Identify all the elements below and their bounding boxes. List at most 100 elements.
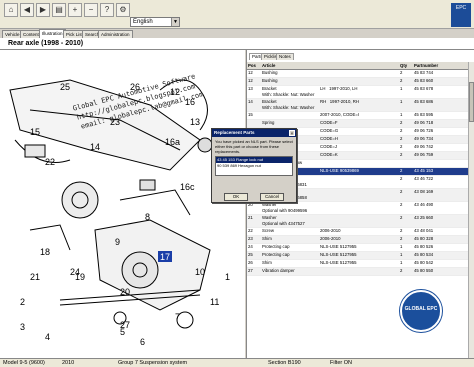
ok-button[interactable]: OK (224, 193, 248, 201)
tab-administration[interactable]: Administration (98, 30, 133, 38)
cell-qty: 1 (400, 86, 403, 91)
cell-pos: 14 (248, 99, 253, 104)
forward-icon[interactable]: ▶ (36, 3, 50, 17)
cell-qty: 2 (400, 120, 403, 125)
callout-label[interactable]: 22 (45, 157, 55, 167)
parts-scrollbar[interactable] (468, 62, 474, 358)
column-header[interactable]: Pos (248, 62, 258, 69)
table-row[interactable]: 24 Protecting cap NLS-USE 5127955 1 45 80 52… (247, 244, 469, 252)
cell-qty: 1 (400, 260, 403, 265)
callout-label[interactable]: 8 (145, 212, 150, 222)
back-icon[interactable]: ◀ (20, 3, 34, 17)
callout-label[interactable]: 11 (210, 297, 219, 307)
help-icon[interactable]: ? (100, 3, 114, 17)
cell-note: NLS-USE 90539869 (320, 168, 359, 173)
cell-pos: 21 (248, 215, 253, 220)
callout-label[interactable]: 13 (190, 117, 200, 127)
replacement-parts-dialog: Replacement Parts × You have picked an N… (211, 128, 297, 203)
callout-label[interactable]: 24 (70, 267, 80, 277)
cell-qty: 2 (400, 228, 403, 233)
cell-pos: 25 (248, 252, 253, 257)
status-section: Section B190 (268, 360, 301, 366)
language-select[interactable]: English ▼ (130, 17, 180, 27)
illustration-panel[interactable]: 1 2 3 4 5 6 7 8 9 10 11 12 13 14 15 16 16a 16c 17 18 19 20 21 2… (0, 50, 245, 358)
cell-note: 2006-2010 (320, 228, 341, 233)
cell-pn: 45 80 534 (414, 252, 434, 257)
cancel-button[interactable]: Cancel (260, 193, 284, 201)
callout-label[interactable]: 14 (90, 142, 100, 152)
callout-label[interactable]: 16c (180, 182, 195, 192)
cell-note: NLS-USE 5127955 (320, 244, 357, 249)
callout-label[interactable]: 27 (120, 320, 130, 330)
callout-label[interactable]: 1 (225, 272, 230, 282)
callout-label[interactable]: 7 (175, 312, 180, 322)
column-header[interactable]: Qty (400, 62, 414, 69)
scroll-thumb[interactable] (469, 82, 474, 122)
table-row[interactable]: 21 Washer Optional with 4347527 2 43 25 660 (247, 215, 469, 228)
cell-pn: 43 46 490 (414, 202, 434, 207)
cell-pn: 45 83 660 (414, 78, 434, 83)
table-row[interactable]: 12 Bushing 2 45 83 660 (247, 78, 469, 86)
zoom-out-icon[interactable]: − (84, 3, 98, 17)
cell-pn: 45 80 328 (414, 236, 434, 241)
cell-note: LH 1997-2010, LH (320, 86, 358, 91)
cell-pn: 49 06 742 (414, 144, 434, 149)
table-row[interactable]: Spring CODE=F 2 49 06 718 (247, 120, 469, 128)
cell-note: CODE=J (320, 144, 338, 149)
table-row[interactable]: 26 Shim NLS-USE 5127955 1 45 80 542 (247, 260, 469, 268)
cell-pn: 45 80 526 (414, 244, 434, 249)
cell-article: Screw (262, 228, 274, 233)
callout-label[interactable]: 18 (40, 247, 50, 257)
cell-qty: 2 (400, 236, 403, 241)
replacement-list[interactable]: 43 45 153 Flange lock nut 90 539 869 Hex… (215, 156, 293, 176)
cell-pn: 45 83 686 (414, 99, 434, 104)
callout-label[interactable]: 15 (30, 127, 40, 137)
callout-label[interactable]: 2 (20, 297, 25, 307)
callout-label[interactable]: 4 (45, 332, 50, 342)
replacement-option[interactable]: 90 539 869 Hexagon nut (216, 163, 292, 169)
page-title: Rear axle (1998 - 2010) (8, 40, 84, 47)
table-row[interactable]: 15 2007-2010, CODE=I 1 45 83 595 (247, 112, 469, 120)
callout-label[interactable]: 20 (120, 287, 130, 297)
cell-article: Washer Optional with 4347527 (262, 215, 305, 226)
close-icon[interactable]: × (289, 130, 295, 136)
cell-pn: 43 48 041 (414, 228, 434, 233)
cell-qty: 1 (400, 244, 403, 249)
table-row[interactable]: 13 Bracket With: Shackle: Nut: Washer LH 1… (247, 86, 469, 99)
zoom-in-icon[interactable]: + (68, 3, 82, 17)
settings-icon[interactable]: ⚙ (116, 3, 130, 17)
cell-pn: 43 46 722 (414, 176, 434, 181)
print-icon[interactable]: ▤ (52, 3, 66, 17)
cell-article: Shim (262, 236, 272, 241)
callout-label[interactable]: 25 (60, 82, 70, 92)
table-row[interactable]: 25 Protecting cap NLS-USE 5127955 1 45 80 53… (247, 252, 469, 260)
cell-pn: 49 06 726 (414, 128, 434, 133)
column-header[interactable]: Article (262, 62, 320, 69)
callout-label[interactable]: 10 (195, 267, 205, 277)
callout-label[interactable]: 6 (140, 337, 145, 347)
callout-label[interactable]: 9 (115, 237, 120, 247)
cell-pn: 45 83 595 (414, 112, 434, 117)
table-row[interactable]: 23 Shim 2006-2010 2 45 80 328 (247, 236, 469, 244)
epc-logo: EPC (451, 3, 471, 27)
cell-note: CODE=K (320, 152, 338, 157)
home-icon[interactable]: ⌂ (4, 3, 18, 17)
callout-label[interactable]: 3 (20, 322, 25, 332)
table-row[interactable]: 27 Vibration damper 2 45 80 550 (247, 268, 469, 276)
tab-illustration[interactable]: Illustration (39, 29, 66, 38)
callout-label[interactable]: 17 (160, 252, 170, 262)
table-row[interactable]: 14 Bracket With: Shackle: Nut: Washer RH 1… (247, 99, 469, 112)
cell-article: Protecting cap (262, 244, 290, 249)
column-header[interactable]: Partnumber (414, 62, 454, 69)
table-row[interactable]: 12 Bushing 2 45 83 744 (247, 70, 469, 78)
cell-pn: 49 06 734 (414, 136, 434, 141)
callout-label[interactable]: 16a (165, 137, 180, 147)
callout-label[interactable]: 21 (30, 272, 40, 282)
table-row[interactable]: 20 Washer Optional with 90499596 2 43 46 49… (247, 202, 469, 215)
status-year: 2010 (62, 360, 75, 366)
tab-notes[interactable]: Notes (276, 53, 294, 60)
dialog-title: Replacement Parts (212, 129, 296, 137)
cell-qty: 2 (400, 176, 403, 181)
cell-pos: 27 (248, 268, 253, 273)
table-row[interactable]: 22 Screw 2006-2010 2 43 48 041 (247, 228, 469, 236)
